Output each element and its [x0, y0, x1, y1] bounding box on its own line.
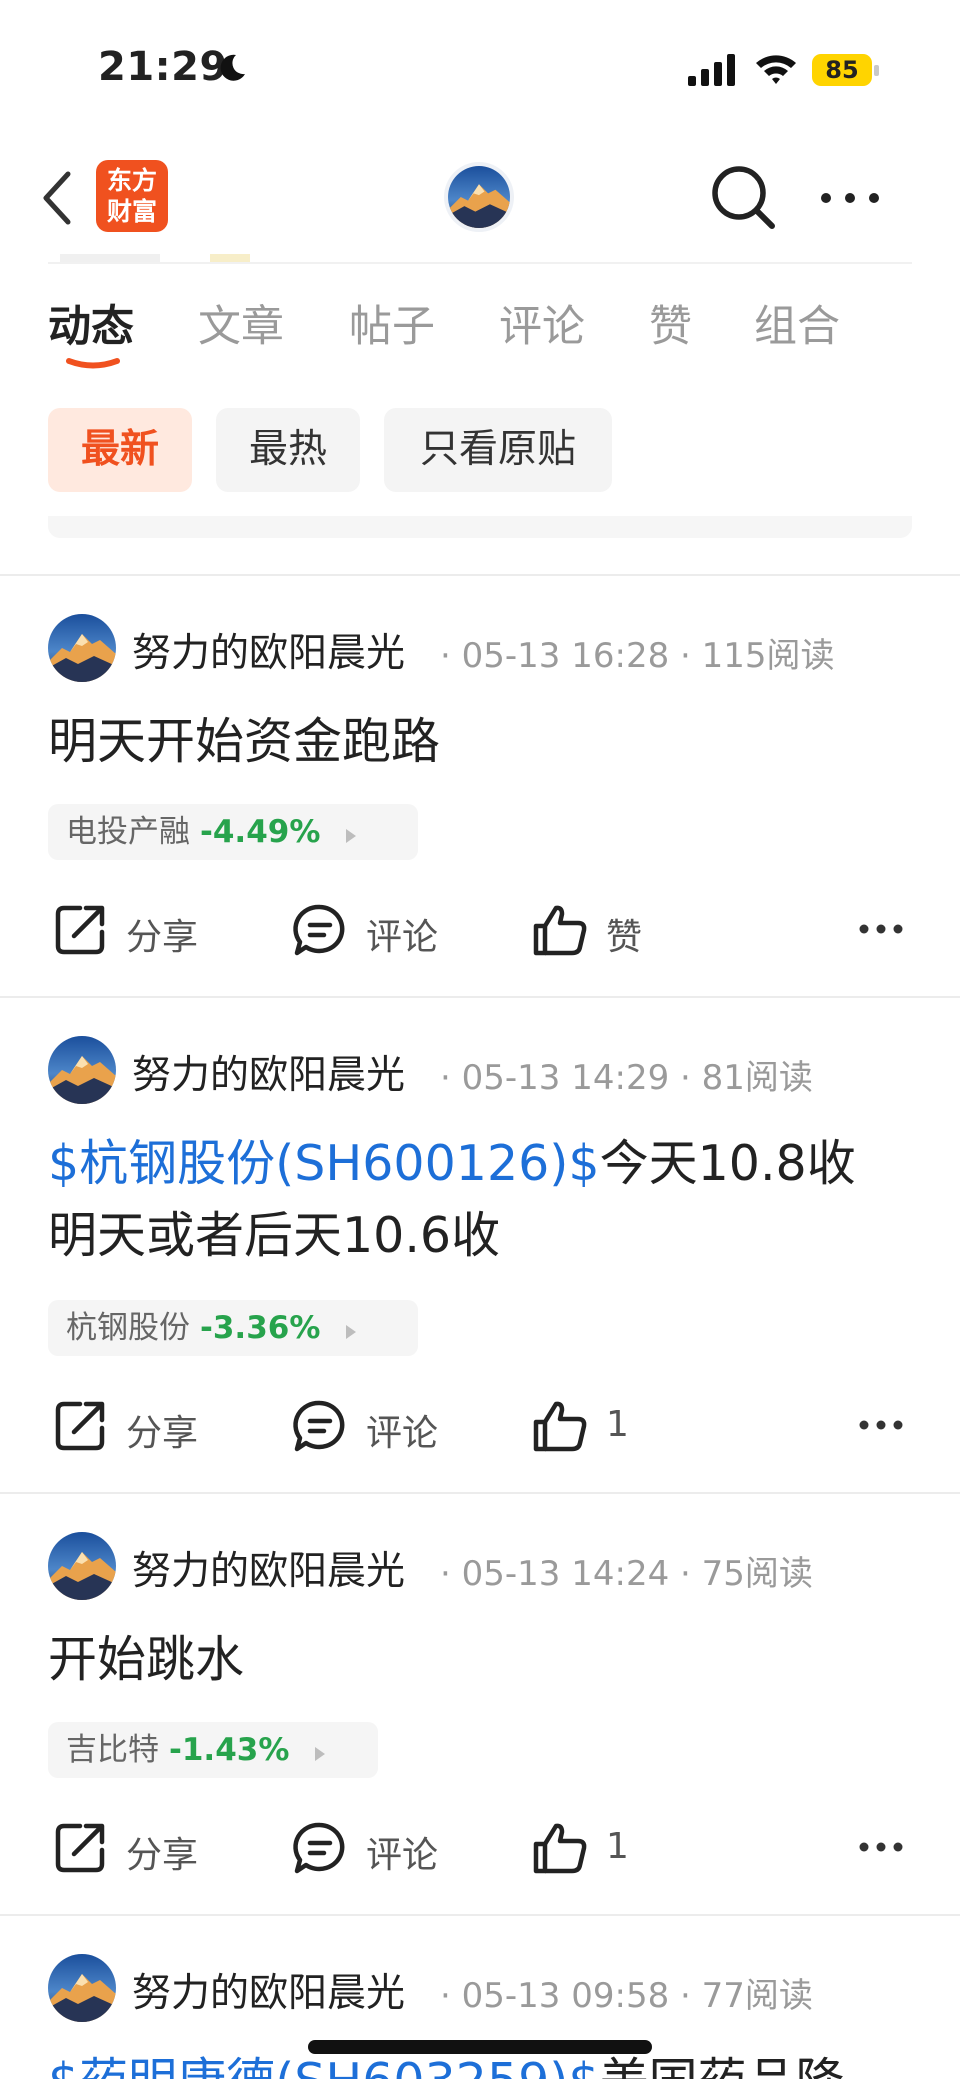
tab-likes[interactable]: 赞 — [649, 292, 692, 354]
author-avatar[interactable] — [48, 1532, 116, 1600]
comment-label[interactable]: 评论 — [366, 908, 438, 960]
share-label[interactable]: 分享 — [126, 1404, 198, 1456]
home-indicator — [308, 2040, 652, 2054]
post-more-icon[interactable] — [858, 1840, 904, 1854]
comment-icon[interactable] — [292, 902, 348, 958]
collapsed-card-edge — [48, 516, 912, 538]
author-name[interactable]: 努力的欧阳晨光 — [132, 622, 405, 678]
play-arrow-icon — [346, 1324, 357, 1339]
section-divider — [0, 574, 960, 576]
stock-link[interactable]: $杭钢股份(SH600126)$ — [48, 1135, 600, 1192]
comment-icon[interactable] — [292, 1820, 348, 1876]
like-count[interactable]: 1 — [606, 1826, 629, 1867]
comment-label[interactable]: 评论 — [366, 1404, 438, 1456]
header-divider — [48, 262, 912, 264]
logo-line-2: 财富 — [106, 197, 157, 226]
battery-indicator: 85 — [812, 54, 880, 86]
read-count: 81阅读 — [701, 1058, 813, 1098]
app-logo: 东方 财富 — [96, 160, 168, 232]
cellular-signal-icon — [688, 54, 735, 86]
post-content[interactable]: 明天开始资金跑路 — [48, 706, 928, 778]
stock-change: -4.49% — [200, 814, 321, 850]
comment-icon[interactable] — [292, 1398, 348, 1454]
more-options-icon[interactable] — [818, 178, 882, 218]
filter-original-only[interactable]: 只看原贴 — [384, 408, 612, 492]
scrolled-header-remnant — [60, 254, 260, 262]
share-icon[interactable] — [52, 902, 108, 958]
post-more-icon[interactable] — [858, 922, 904, 936]
like-icon[interactable] — [532, 1398, 588, 1454]
battery-level: 85 — [825, 56, 859, 84]
share-label[interactable]: 分享 — [126, 1826, 198, 1878]
post-meta: · 05-13 14:29 · 81阅读 — [440, 1058, 813, 1098]
stock-name: 吉比特 — [66, 1732, 159, 1768]
comment-label[interactable]: 评论 — [366, 1826, 438, 1878]
status-time: 21:29 — [98, 44, 228, 90]
post-time: 05-13 09:58 — [461, 1976, 670, 2016]
share-icon[interactable] — [52, 1820, 108, 1876]
read-count: 77阅读 — [701, 1976, 813, 2016]
post-more-icon[interactable] — [858, 1418, 904, 1432]
like-icon[interactable] — [532, 1820, 588, 1876]
back-icon[interactable] — [38, 166, 78, 230]
post-text: 开始跳水 — [48, 1631, 245, 1688]
stock-tag[interactable]: 吉比特 -1.43% — [48, 1722, 378, 1778]
post-meta: · 05-13 09:58 · 77阅读 — [440, 1976, 813, 2016]
moon-icon — [220, 54, 245, 81]
author-name[interactable]: 努力的欧阳晨光 — [132, 1044, 405, 1100]
stock-name: 电投产融 — [66, 814, 190, 850]
author-avatar[interactable] — [48, 614, 116, 682]
stock-name: 杭钢股份 — [66, 1310, 190, 1346]
author-avatar[interactable] — [48, 1954, 116, 2022]
filter-latest[interactable]: 最新 — [48, 408, 192, 492]
wifi-icon — [756, 55, 796, 84]
like-label[interactable]: 赞 — [606, 908, 642, 960]
tab-posts[interactable]: 帖子 — [349, 292, 435, 354]
tab-portfolios[interactable]: 组合 — [754, 292, 840, 354]
stock-tag[interactable]: 杭钢股份 -3.36% — [48, 1300, 418, 1356]
stock-link[interactable]: $药明康德(SH603259)$ — [48, 2053, 600, 2079]
play-arrow-icon — [346, 828, 357, 843]
author-avatar[interactable] — [48, 1036, 116, 1104]
profile-avatar[interactable] — [448, 166, 510, 228]
post-meta: · 05-13 14:24 · 75阅读 — [440, 1554, 813, 1594]
post-time: 05-13 14:29 — [461, 1058, 670, 1098]
post-divider — [0, 1492, 960, 1494]
post-divider — [0, 1914, 960, 1916]
post-text: 美国药品降 — [600, 2053, 845, 2079]
like-count[interactable]: 1 — [606, 1404, 629, 1445]
tab-dynamics[interactable]: 动态 — [48, 292, 134, 354]
play-arrow-icon — [315, 1746, 326, 1761]
post-text: 明天开始资金跑路 — [48, 713, 441, 770]
read-count: 75阅读 — [701, 1554, 813, 1594]
post-divider — [0, 996, 960, 998]
tab-comments[interactable]: 评论 — [499, 292, 585, 354]
active-tab-indicator — [66, 358, 120, 369]
logo-line-1: 东方 — [106, 166, 157, 195]
search-icon[interactable] — [708, 162, 778, 232]
tab-articles[interactable]: 文章 — [198, 292, 284, 354]
read-count: 115阅读 — [701, 636, 835, 676]
author-name[interactable]: 努力的欧阳晨光 — [132, 1540, 405, 1596]
stock-tag[interactable]: 电投产融 -4.49% — [48, 804, 418, 860]
post-content[interactable]: $杭钢股份(SH600126)$今天10.8收明天或者后天10.6收 — [48, 1128, 868, 1272]
share-icon[interactable] — [52, 1398, 108, 1454]
post-content[interactable]: 开始跳水 — [48, 1624, 928, 1696]
post-time: 05-13 14:24 — [461, 1554, 670, 1594]
stock-change: -1.43% — [169, 1732, 290, 1768]
post-time: 05-13 16:28 — [461, 636, 670, 676]
filter-hottest[interactable]: 最热 — [216, 408, 360, 492]
like-icon[interactable] — [532, 902, 588, 958]
stock-change: -3.36% — [200, 1310, 321, 1346]
author-name[interactable]: 努力的欧阳晨光 — [132, 1962, 405, 2018]
share-label[interactable]: 分享 — [126, 908, 198, 960]
post-meta: · 05-13 16:28 · 115阅读 — [440, 636, 835, 676]
